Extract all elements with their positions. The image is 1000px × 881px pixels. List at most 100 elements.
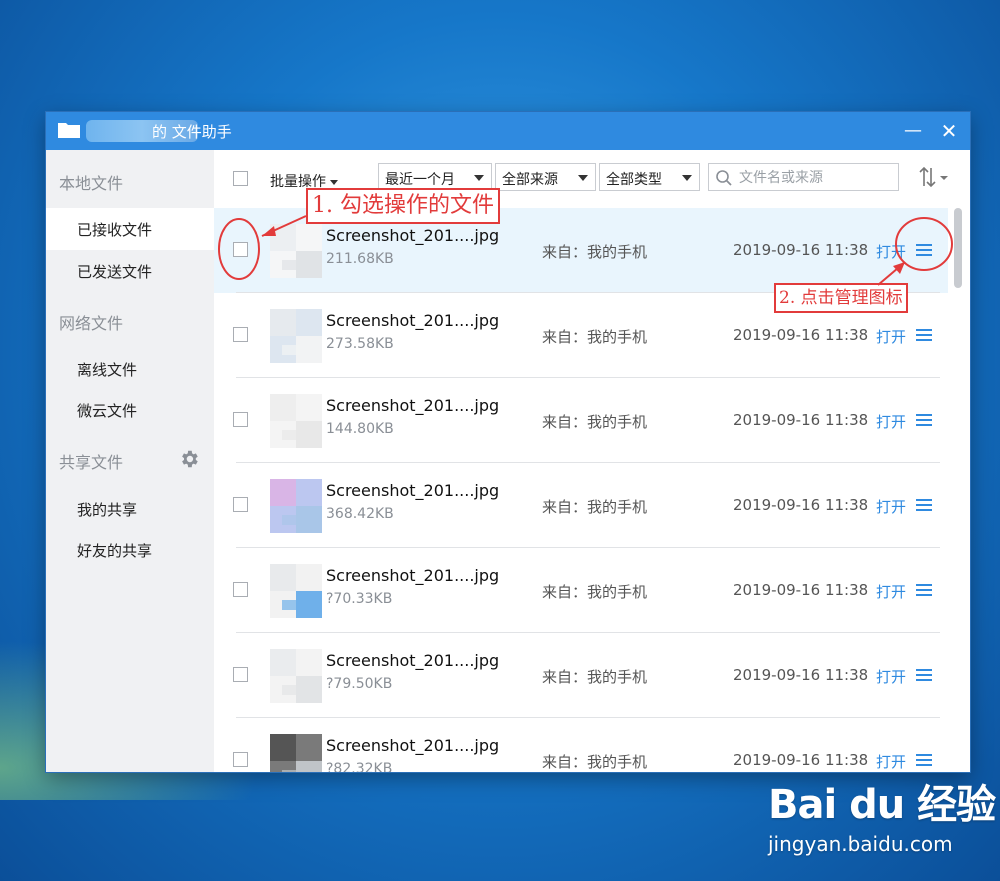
baidu-watermark: Bai du 经验 jingyan.baidu.com: [768, 772, 996, 856]
sidebar-item-friends-share[interactable]: 好友的共享: [46, 529, 214, 571]
minimize-button[interactable]: —: [900, 118, 926, 144]
row-checkbox[interactable]: [233, 582, 248, 597]
row-checkbox[interactable]: [233, 497, 248, 512]
file-time: 2019-09-16 11:38: [733, 581, 869, 599]
sidebar-section-local: 本地文件: [59, 174, 124, 193]
search-input[interactable]: [737, 167, 891, 189]
file-time: 2019-09-16 11:38: [733, 666, 869, 684]
watermark-logo: Bai du 经验: [768, 782, 996, 828]
sidebar-item-offline[interactable]: 离线文件: [46, 348, 214, 390]
open-link[interactable]: 打开: [876, 326, 906, 347]
sidebar-section-network: 网络文件: [59, 314, 124, 333]
annotation-step2: 2. 点击管理图标: [774, 283, 908, 313]
gear-icon[interactable]: [178, 448, 200, 470]
file-source: 来自：我的手机: [542, 328, 648, 346]
file-size: 144.80KB: [326, 421, 394, 437]
menu-icon[interactable]: [916, 668, 932, 682]
row-checkbox[interactable]: [233, 327, 248, 342]
type-filter-dropdown[interactable]: 全部类型: [599, 163, 700, 191]
open-link[interactable]: 打开: [876, 666, 906, 687]
menu-icon[interactable]: [916, 243, 932, 257]
sidebar-item-label: 已发送文件: [77, 263, 153, 281]
sidebar-item-sent[interactable]: 已发送文件: [46, 250, 214, 292]
row-checkbox[interactable]: [233, 412, 248, 427]
image-thumbnail: [270, 224, 322, 278]
scrollbar[interactable]: [954, 208, 962, 288]
dropdown-label: 最近一个月: [385, 172, 455, 188]
image-thumbnail: [270, 309, 322, 363]
file-time: 2019-09-16 11:38: [733, 326, 869, 344]
folder-icon: [58, 123, 80, 138]
image-thumbnail: [270, 564, 322, 618]
dropdown-label: 全部类型: [606, 172, 662, 188]
sort-icon[interactable]: [918, 166, 952, 188]
chevron-down-icon: [474, 175, 484, 181]
file-row[interactable]: Screenshot_201....jpg 368.42KB 来自：我的手机 2019…: [214, 463, 948, 548]
open-link[interactable]: 打开: [876, 411, 906, 432]
open-link[interactable]: 打开: [876, 496, 906, 517]
title-bar[interactable]: 的 文件助手 — ✕: [46, 112, 970, 150]
sidebar-item-received[interactable]: 已接收文件: [46, 208, 214, 250]
menu-icon[interactable]: [916, 753, 932, 767]
open-link[interactable]: 打开: [876, 581, 906, 602]
file-time: 2019-09-16 11:38: [733, 751, 869, 769]
image-thumbnail: [270, 394, 322, 448]
sidebar-item-label: 我的共享: [77, 501, 138, 519]
file-row[interactable]: Screenshot_201....jpg ?79.50KB 来自：我的手机 2019…: [214, 633, 948, 718]
file-time: 2019-09-16 11:38: [733, 496, 869, 514]
source-filter-dropdown[interactable]: 全部来源: [495, 163, 596, 191]
file-size: ?70.33KB: [326, 591, 393, 607]
menu-icon[interactable]: [916, 583, 932, 597]
image-thumbnail: [270, 479, 322, 533]
file-time: 2019-09-16 11:38: [733, 411, 869, 429]
file-source: 来自：我的手机: [542, 413, 648, 431]
image-thumbnail: [270, 734, 322, 772]
menu-icon[interactable]: [916, 413, 932, 427]
file-row[interactable]: Screenshot_201....jpg ?82.32KB 来自：我的手机 2019…: [214, 718, 948, 772]
open-link[interactable]: 打开: [876, 241, 906, 262]
sidebar-item-label: 离线文件: [77, 361, 138, 379]
sidebar-item-weiyun[interactable]: 微云文件: [46, 389, 214, 431]
sidebar-item-label: 微云文件: [77, 402, 138, 420]
file-name: Screenshot_201....jpg: [326, 396, 500, 415]
file-row[interactable]: Screenshot_201....jpg ?70.33KB 来自：我的手机 2019…: [214, 548, 948, 633]
annotation-step1: 1. 勾选操作的文件: [306, 188, 500, 224]
open-link[interactable]: 打开: [876, 751, 906, 772]
chevron-down-icon: [682, 175, 692, 181]
menu-icon[interactable]: [916, 498, 932, 512]
search-icon: [716, 170, 732, 186]
file-source: 来自：我的手机: [542, 583, 648, 601]
file-name: Screenshot_201....jpg: [326, 651, 500, 670]
time-filter-dropdown[interactable]: 最近一个月: [378, 163, 492, 191]
file-source: 来自：我的手机: [542, 668, 648, 686]
sidebar-item-label: 好友的共享: [77, 542, 153, 560]
file-name: Screenshot_201....jpg: [326, 481, 500, 500]
file-source: 来自：我的手机: [542, 498, 648, 516]
watermark-url: jingyan.baidu.com: [768, 832, 953, 856]
sidebar-item-my-share[interactable]: 我的共享: [46, 488, 214, 530]
main-panel: 批量操作 最近一个月 全部来源 全部类型 Screenshot_201....j…: [214, 150, 970, 772]
file-source: 来自：我的手机: [542, 753, 648, 771]
chevron-down-icon: [578, 175, 588, 181]
search-box[interactable]: [708, 163, 899, 191]
image-thumbnail: [270, 649, 322, 703]
sidebar-section-shared: 共享文件: [59, 453, 124, 472]
file-size: 273.58KB: [326, 336, 394, 352]
file-size: 368.42KB: [326, 506, 394, 522]
row-checkbox[interactable]: [233, 667, 248, 682]
menu-icon[interactable]: [916, 328, 932, 342]
file-name: Screenshot_201....jpg: [326, 226, 500, 245]
file-size: ?82.32KB: [326, 761, 393, 772]
file-size: ?79.50KB: [326, 676, 393, 692]
close-button[interactable]: ✕: [936, 118, 962, 144]
file-size: 211.68KB: [326, 251, 394, 267]
select-all-checkbox[interactable]: [233, 171, 248, 186]
row-checkbox[interactable]: [233, 242, 248, 257]
row-checkbox[interactable]: [233, 752, 248, 767]
file-assistant-window: 的 文件助手 — ✕ 本地文件 已接收文件 已发送文件 网络文件 离线文件 微云…: [46, 112, 970, 772]
sidebar-item-label: 已接收文件: [77, 221, 153, 239]
file-time: 2019-09-16 11:38: [733, 241, 869, 259]
dropdown-label: 全部来源: [502, 172, 558, 188]
file-source: 来自：我的手机: [542, 243, 648, 261]
file-row[interactable]: Screenshot_201....jpg 144.80KB 来自：我的手机 2019…: [214, 378, 948, 463]
